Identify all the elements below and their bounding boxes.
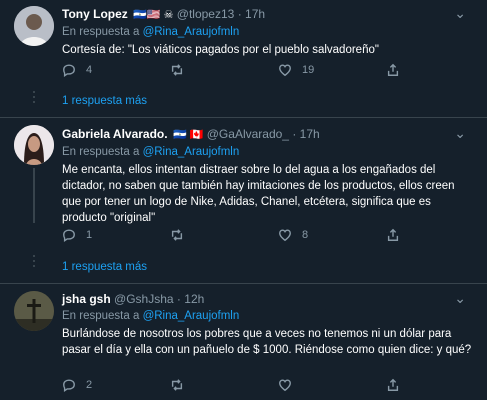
- reply-button[interactable]: 1: [62, 228, 92, 242]
- tweet-actions: 2: [62, 378, 422, 396]
- tweet-text: Me encanta, ellos intentan distraer sobr…: [62, 164, 455, 224]
- author-name[interactable]: jsha gsh: [62, 292, 111, 306]
- thread-dots: [31, 88, 37, 106]
- share-button[interactable]: [386, 63, 400, 77]
- like-button[interactable]: 8: [278, 228, 308, 242]
- tweet-3[interactable]: jsha gsh @GshJsha · 12h ⌄ En respuesta a…: [0, 284, 487, 400]
- reply-handle-link[interactable]: @Rina_Araujofmln: [143, 310, 240, 322]
- name-emoji: 🇸🇻🇺🇸 ☠: [133, 9, 174, 21]
- reply-context: En respuesta a @Rina_Araujofmln: [62, 144, 475, 160]
- author-name[interactable]: Tony Lopez: [62, 7, 128, 21]
- thread-line: [33, 168, 35, 223]
- retweet-icon: [171, 379, 183, 391]
- reply-prefix: En respuesta a: [62, 146, 140, 158]
- like-button[interactable]: [278, 378, 302, 392]
- tweet-actions: 4 19: [62, 63, 422, 81]
- like-count: 19: [302, 64, 315, 76]
- retweet-button[interactable]: [170, 228, 194, 242]
- reply-icon: [63, 229, 75, 242]
- tweet-actions: 1 8: [62, 228, 422, 246]
- share-icon: [387, 228, 399, 241]
- reply-icon: [63, 64, 75, 77]
- name-emoji: 🇸🇻 🇨🇦: [172, 129, 204, 141]
- more-icon[interactable]: ⌄: [454, 126, 467, 140]
- avatar-jsha-gsh[interactable]: [14, 291, 54, 331]
- more-icon[interactable]: ⌄: [454, 6, 467, 20]
- avatar-tony-lopez[interactable]: [14, 6, 54, 46]
- share-icon: [387, 63, 399, 76]
- show-more-replies-link[interactable]: 1 respuesta más: [62, 95, 147, 107]
- tweet-2[interactable]: Gabriela Alvarado. 🇸🇻 🇨🇦 @GaAlvarado_ · …: [0, 118, 487, 284]
- reply-prefix: En respuesta a: [62, 26, 140, 38]
- tweet-text: Burlándose de nosotros los pobres que a …: [62, 328, 472, 356]
- tweet-time[interactable]: 12h: [184, 292, 204, 306]
- thread-dots: [31, 252, 37, 270]
- share-icon: [387, 378, 399, 391]
- author-handle[interactable]: @GshJsha: [114, 292, 174, 306]
- like-icon: [279, 229, 291, 242]
- author-name[interactable]: Gabriela Alvarado.: [62, 127, 168, 141]
- tweet-1[interactable]: Tony Lopez 🇸🇻🇺🇸 ☠ @tlopez13 · 17h ⌄ En r…: [0, 0, 487, 118]
- author-handle[interactable]: @tlopez13: [177, 7, 235, 21]
- reply-context: En respuesta a @Rina_Araujofmln: [62, 308, 475, 324]
- avatar-gabriela-alvarado[interactable]: [14, 125, 54, 165]
- share-button[interactable]: [386, 228, 400, 242]
- retweet-button[interactable]: [170, 63, 194, 77]
- like-icon: [279, 64, 291, 77]
- tweet-time[interactable]: 17h: [300, 127, 320, 141]
- show-more-replies-link[interactable]: 1 respuesta más: [62, 261, 147, 273]
- reply-context: En respuesta a @Rina_Araujofmln: [62, 24, 475, 40]
- retweet-icon: [171, 64, 183, 76]
- retweet-button[interactable]: [170, 378, 194, 392]
- reply-button[interactable]: 4: [62, 63, 92, 77]
- like-button[interactable]: 19: [278, 63, 314, 77]
- reply-count: 1: [86, 229, 93, 241]
- tweet-time[interactable]: 17h: [245, 7, 265, 21]
- reply-icon: [63, 379, 75, 392]
- reply-button[interactable]: 2: [62, 378, 92, 392]
- tweet-text: Cortesía de: "Los viáticos pagados por e…: [62, 44, 379, 56]
- reply-handle-link[interactable]: @Rina_Araujofmln: [143, 26, 240, 38]
- reply-count: 4: [86, 64, 93, 76]
- author-handle[interactable]: @GaAlvarado_: [207, 127, 289, 141]
- reply-prefix: En respuesta a: [62, 310, 140, 322]
- more-icon[interactable]: ⌄: [454, 291, 467, 305]
- retweet-icon: [171, 229, 183, 241]
- reply-handle-link[interactable]: @Rina_Araujofmln: [143, 146, 240, 158]
- separator: ·: [237, 7, 242, 21]
- reply-count: 2: [86, 379, 93, 391]
- separator: ·: [176, 292, 181, 306]
- separator: ·: [292, 127, 297, 141]
- like-count: 8: [302, 229, 309, 241]
- share-button[interactable]: [386, 378, 400, 392]
- like-icon: [279, 379, 291, 392]
